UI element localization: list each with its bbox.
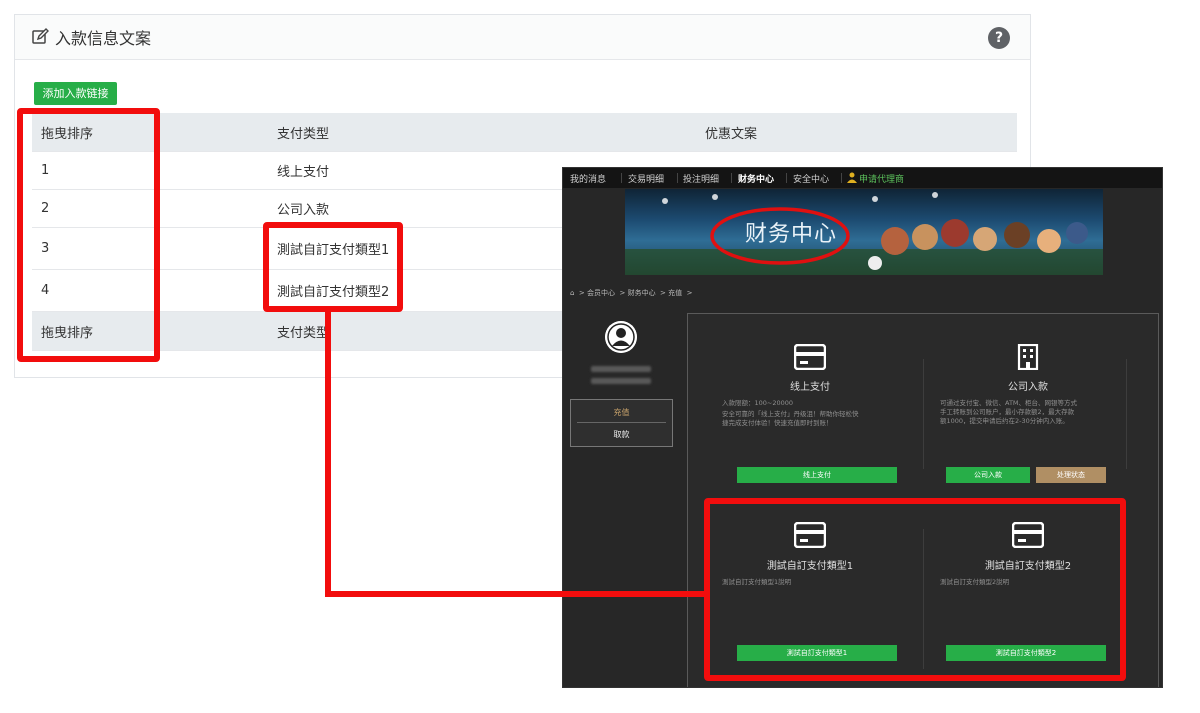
- home-icon[interactable]: ⌂: [570, 289, 574, 297]
- nav-bets[interactable]: 投注明细: [683, 172, 719, 185]
- nav-security-center[interactable]: 安全中心: [793, 172, 829, 185]
- edit-icon: [32, 28, 49, 44]
- breadcrumb-finance-center[interactable]: 财务中心: [628, 289, 656, 297]
- nav-my-messages[interactable]: 我的消息: [570, 172, 606, 185]
- card-title: 线上支付: [790, 382, 830, 393]
- card-desc: 可通过支付宝、微信、ATM、柜台、网银等方式 手工转账到公司账户，最小存款额2，…: [940, 399, 1078, 425]
- finance-banner: 财务中心: [625, 189, 1103, 275]
- panel-header: 入款信息文案 ?: [15, 15, 1030, 60]
- header-payment-type: 支付类型: [277, 126, 330, 142]
- nav-finance-center[interactable]: 财务中心: [738, 172, 774, 185]
- breadcrumb: ⌂ > 会员中心 > 财务中心 > 充值 >: [570, 289, 693, 297]
- stadium-graphic: [625, 192, 1103, 275]
- help-icon[interactable]: ?: [988, 27, 1010, 49]
- building-icon: [1017, 344, 1039, 370]
- annotation-connector-vertical: [325, 312, 331, 597]
- user-icon: [847, 172, 857, 183]
- footer-payment-type: 支付类型: [277, 325, 330, 341]
- blurred-user-info: [591, 378, 651, 384]
- sidebar-menu: 充值 取款: [570, 399, 673, 447]
- table-header-row: 拖曳排序 支付类型 优惠文案: [32, 113, 1017, 152]
- add-payment-link-button[interactable]: 添加入款链接: [34, 82, 117, 105]
- annotation-box-custom-cards: [704, 498, 1126, 681]
- sidebar-item-deposit[interactable]: 充值: [571, 407, 672, 418]
- annotation-box-order-column: [17, 108, 160, 362]
- online-payment-button[interactable]: 线上支付: [737, 467, 897, 483]
- row-payment-type: 线上支付: [277, 165, 330, 180]
- header-promo-copy: 优惠文案: [705, 126, 758, 142]
- annotation-box-custom-types: [263, 222, 403, 312]
- nav-apply-agent[interactable]: 申请代理商: [859, 172, 904, 185]
- breadcrumb-member-center[interactable]: 会员中心: [587, 289, 615, 297]
- site-top-nav: 我的消息 交易明细 投注明细 财务中心 安全中心 申请代理商: [563, 168, 1162, 188]
- avatar: [605, 321, 637, 353]
- breadcrumb-deposit[interactable]: 充值: [668, 289, 682, 297]
- panel-title: 入款信息文案: [55, 29, 152, 48]
- annotation-connector-horizontal: [325, 591, 710, 597]
- card-icon: [794, 344, 826, 370]
- blurred-username: [591, 366, 651, 372]
- card-title: 公司入款: [1008, 382, 1048, 393]
- card-desc: 入款限额：100~20000 安全可靠的「线上支付」丹级沮！帮助你轻松快 捷完成…: [722, 399, 859, 427]
- annotation-ellipse-banner-title: [710, 207, 850, 265]
- process-status-button[interactable]: 处理状态: [1036, 467, 1106, 483]
- company-deposit-button[interactable]: 公司入款: [946, 467, 1030, 483]
- sidebar-item-withdraw[interactable]: 取款: [571, 429, 672, 440]
- nav-transactions[interactable]: 交易明细: [628, 172, 664, 185]
